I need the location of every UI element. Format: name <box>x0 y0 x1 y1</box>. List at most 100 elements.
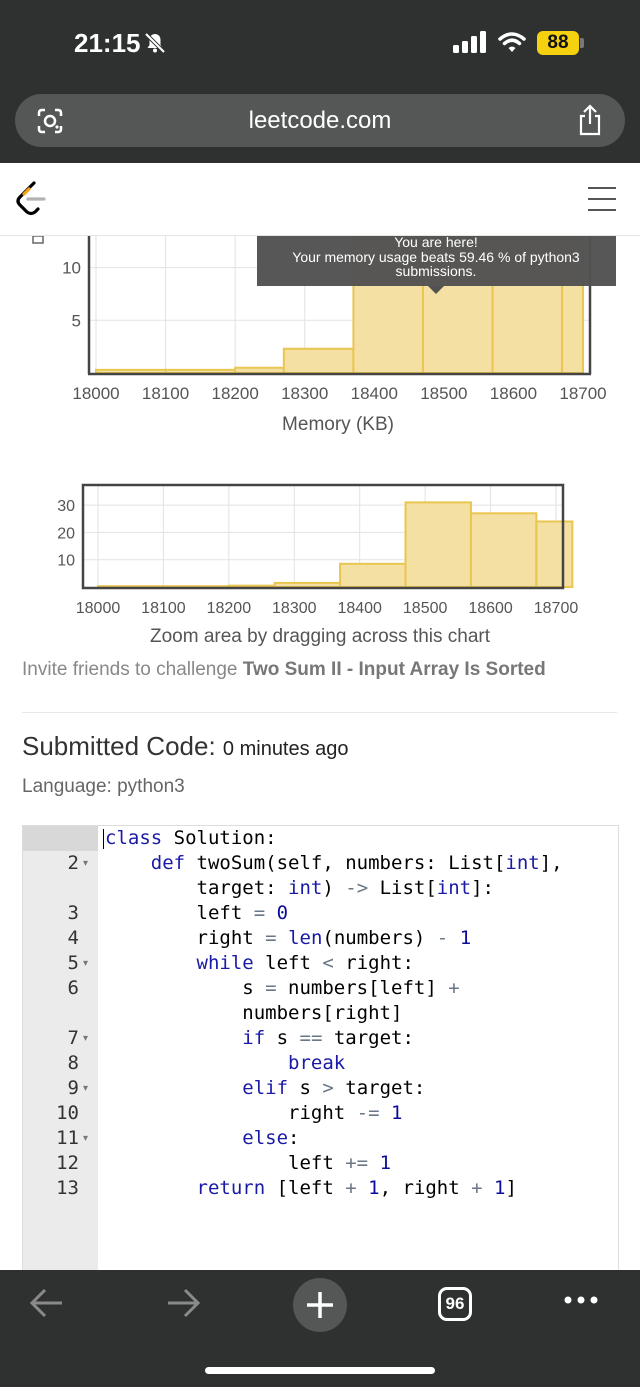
main-chart-y-ticks: 5 10 <box>62 259 81 331</box>
more-options-icon[interactable] <box>563 1294 599 1306</box>
fold-arrow-icon[interactable]: ▾ <box>83 851 88 876</box>
y-tick-label: 20 <box>57 525 75 542</box>
language-label: Language: python3 <box>22 776 185 797</box>
code-line[interactable]: s = numbers[left] + <box>105 976 459 1001</box>
x-tick-label: 18400 <box>337 600 382 617</box>
zoom-chart-bars <box>97 501 574 589</box>
code-line[interactable]: elif s > target: <box>105 1076 425 1101</box>
battery-level: 88 <box>537 31 579 55</box>
x-tick-label: 18700 <box>534 600 579 617</box>
zoom-navigator-chart[interactable]: 10 20 30 18000 18100 18200 18300 18400 18500 186… <box>0 476 640 622</box>
y-tick-label: 10 <box>57 553 75 570</box>
forward-arrow-icon[interactable] <box>164 1286 202 1320</box>
histogram-bar[interactable] <box>95 368 167 374</box>
line-number <box>23 876 79 901</box>
site-header <box>0 163 640 236</box>
url-bar[interactable]: leetcode.com <box>15 94 625 147</box>
histogram-bar[interactable] <box>404 501 472 588</box>
zoom-caption: Zoom area by dragging across this chart <box>149 626 491 647</box>
code-line[interactable]: else: <box>105 1126 299 1151</box>
x-tick-label: 18200 <box>207 600 252 617</box>
submitted-code-heading: Submitted Code: 0 minutes ago <box>22 731 349 762</box>
leetcode-logo[interactable] <box>14 180 48 218</box>
x-tick-label: 18100 <box>141 600 186 617</box>
visual-lookup-icon[interactable] <box>35 106 65 136</box>
section-divider <box>22 712 617 713</box>
back-arrow-icon[interactable] <box>28 1286 66 1320</box>
line-number-gutter: 1▾2▾345▾67▾89▾1011▾1213 <box>23 826 98 1276</box>
status-time: 21:15 <box>74 28 141 58</box>
y-tick-label: 30 <box>57 498 75 515</box>
tooltip-line-1: You are here! <box>394 236 478 250</box>
new-tab-button[interactable] <box>293 1278 347 1332</box>
x-tick-label: 18400 <box>351 384 398 403</box>
memory-distribution-chart[interactable]: 510 18000 18100 18200 18300 18400 18500 18600 1… <box>0 236 640 436</box>
line-number <box>23 1001 79 1026</box>
line-number: 6 <box>67 977 79 999</box>
tooltip-line-3: submissions. <box>396 263 477 279</box>
code-line[interactable]: class Solution: <box>105 826 277 851</box>
line-number: 2 <box>67 852 79 874</box>
browser-top-chrome: 21:15 88 leetcode.com <box>0 0 640 163</box>
line-number: 9 <box>67 1077 79 1099</box>
x-tick-label: 18500 <box>420 384 467 403</box>
line-number: 8 <box>67 1052 79 1074</box>
zoom-chart-x-ticks: 18000 18100 18200 18300 18400 18500 18600 18700 <box>76 600 579 617</box>
line-number: 12 <box>56 1152 79 1174</box>
code-line[interactable]: numbers[right] <box>105 1001 402 1026</box>
line-number: 4 <box>67 927 79 949</box>
histogram-bar[interactable] <box>164 368 237 374</box>
line-number: 11 <box>56 1127 79 1149</box>
code-line[interactable]: right = len(numbers) - 1 <box>105 926 472 951</box>
code-line[interactable]: target: int) -> List[int]: <box>105 876 495 901</box>
submitted-time: 0 minutes ago <box>222 738 349 760</box>
tabs-count-button[interactable]: 96 <box>438 1287 472 1321</box>
browser-bottom-bar: 96 <box>0 1270 640 1387</box>
y-tick-label: 10 <box>62 259 81 278</box>
line-number: 5 <box>67 952 79 974</box>
silent-bell-icon <box>144 32 166 54</box>
histogram-bar[interactable] <box>273 581 342 588</box>
line-number: 3 <box>67 902 79 924</box>
histogram-bar[interactable] <box>339 562 407 588</box>
code-line[interactable]: break <box>105 1051 345 1076</box>
x-tick-label: 18600 <box>468 600 513 617</box>
fold-arrow-icon[interactable]: ▾ <box>83 1126 88 1151</box>
histogram-bar[interactable] <box>535 520 574 588</box>
code-line[interactable]: while left < right: <box>105 951 414 976</box>
submitted-label: Submitted Code: <box>22 731 216 761</box>
line-number: 7 <box>67 1027 79 1049</box>
x-tick-label: 18000 <box>76 600 121 617</box>
code-line[interactable]: left = 0 <box>105 901 289 926</box>
y-tick-label: 5 <box>72 311 81 330</box>
fold-arrow-icon[interactable]: ▾ <box>83 1026 88 1051</box>
code-editor[interactable]: 1▾2▾345▾67▾89▾1011▾1213 class Solution: … <box>22 825 619 1276</box>
x-tick-label: 18500 <box>403 600 448 617</box>
fold-arrow-icon[interactable]: ▾ <box>83 1076 88 1101</box>
histogram-bar[interactable] <box>469 512 538 589</box>
chart-legend-checkbox[interactable] <box>32 236 44 244</box>
code-line[interactable]: left += 1 <box>105 1151 391 1176</box>
plus-icon <box>307 1292 333 1318</box>
invite-problem-link[interactable]: Two Sum II - Input Array Is Sorted <box>243 659 546 680</box>
code-line[interactable]: if s == target: <box>105 1026 414 1051</box>
code-line[interactable]: right -= 1 <box>105 1101 402 1126</box>
invite-prefix: Invite friends to challenge <box>22 659 238 680</box>
zoom-chart-y-ticks: 10 20 30 <box>57 498 75 570</box>
main-chart-xlabel: Memory (KB) <box>282 414 394 435</box>
home-indicator[interactable] <box>205 1367 435 1374</box>
histogram-bar[interactable] <box>234 366 285 375</box>
code-line[interactable]: return [left + 1, right + 1] <box>105 1176 517 1201</box>
x-tick-label: 18700 <box>559 384 606 403</box>
x-tick-label: 18600 <box>490 384 537 403</box>
main-chart-x-ticks: 18000 18100 18200 18300 18400 18500 18600 18700 <box>72 384 606 403</box>
x-tick-label: 18100 <box>142 384 189 403</box>
url-text[interactable]: leetcode.com <box>15 94 625 147</box>
menu-icon[interactable] <box>586 185 618 213</box>
histogram-bar[interactable] <box>282 347 355 374</box>
x-tick-label: 18300 <box>281 384 328 403</box>
share-icon[interactable] <box>576 104 604 136</box>
fold-arrow-icon[interactable]: ▾ <box>83 951 88 976</box>
active-line-highlight <box>23 826 98 851</box>
code-line[interactable]: def twoSum(self, numbers: List[int], <box>105 851 563 876</box>
